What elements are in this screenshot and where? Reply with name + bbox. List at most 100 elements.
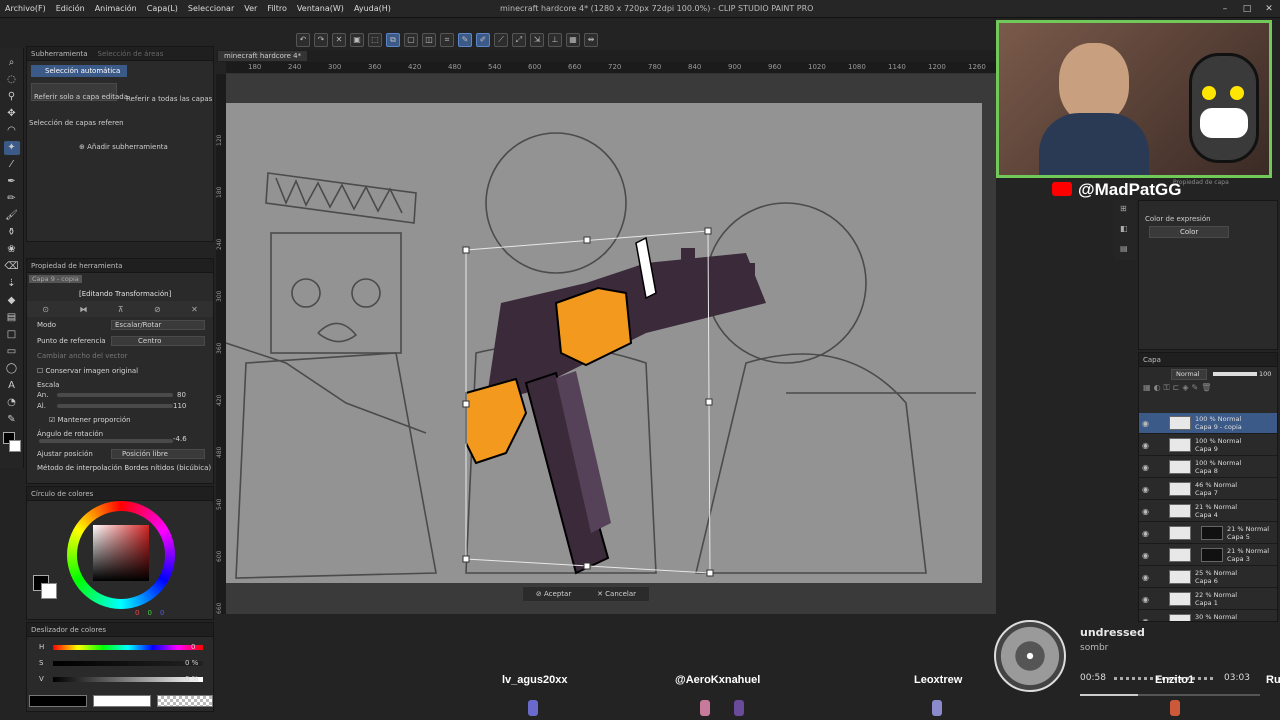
gradient-icon[interactable]: ▤: [4, 311, 20, 325]
refer-all-option[interactable]: Referir a todas las capas: [126, 95, 212, 103]
auto-select-icon[interactable]: ✦: [3, 141, 20, 155]
selection-icon[interactable]: ◠: [4, 124, 20, 138]
cancel-icon[interactable]: ✕: [191, 305, 198, 314]
eye-icon[interactable]: ◉: [1142, 573, 1149, 582]
handle-bottom-left[interactable]: [462, 555, 470, 563]
menu-filtro[interactable]: Filtro: [262, 4, 292, 13]
pen-icon[interactable]: ✒: [4, 175, 20, 189]
layer-property-icon[interactable]: ◧: [1120, 224, 1128, 233]
resize-icon[interactable]: ⇲: [530, 33, 544, 47]
width-value[interactable]: 80: [177, 391, 186, 399]
sub-color-chip[interactable]: [41, 583, 57, 599]
correct-line-icon[interactable]: ✎: [4, 413, 20, 427]
maximize-button[interactable]: □: [1236, 0, 1258, 18]
tool-property-tab[interactable]: Propiedad de herramienta: [31, 262, 122, 270]
saturation-value-square[interactable]: [93, 525, 149, 581]
new-layer-icon[interactable]: ▦: [1143, 383, 1154, 392]
refer-selected-option[interactable]: Selección de capas referen: [29, 119, 124, 127]
handle-bottom[interactable]: [583, 562, 591, 570]
flip-h-icon[interactable]: ⧓: [79, 305, 87, 314]
width-slider[interactable]: [57, 393, 173, 397]
reference-select[interactable]: Centro: [111, 336, 205, 346]
height-slider[interactable]: [57, 404, 173, 408]
redo-icon[interactable]: ↷: [314, 33, 328, 47]
add-subtool-button[interactable]: ⊕ Añadir subherramienta: [79, 143, 168, 151]
keep-ratio-checkbox[interactable]: ☑ Mantener proporción: [49, 416, 131, 424]
menu-ayuda[interactable]: Ayuda(H): [349, 4, 396, 13]
clear-icon[interactable]: ✕: [332, 33, 346, 47]
crop-icon[interactable]: ⌗: [440, 33, 454, 47]
eye-icon[interactable]: ◉: [1142, 529, 1149, 538]
keep-original-checkbox[interactable]: ☐ Conservar imagen original: [37, 367, 138, 375]
trash-icon[interactable]: 🗑: [1201, 383, 1214, 392]
eye-icon[interactable]: ◉: [1142, 595, 1149, 604]
invert-icon[interactable]: ◫: [422, 33, 436, 47]
transform-active-icon[interactable]: ⧉: [386, 33, 400, 47]
menu-animacion[interactable]: Animación: [90, 4, 142, 13]
decoration-icon[interactable]: ❀: [4, 243, 20, 257]
layer-row[interactable]: ◉ 25 % Normal Capa 6: [1139, 567, 1277, 588]
close-button[interactable]: ✕: [1258, 0, 1280, 18]
ruler-icon[interactable]: ⟋: [494, 33, 508, 47]
hue-slider[interactable]: [53, 645, 203, 650]
eye-icon[interactable]: ◉: [1142, 463, 1149, 472]
fill-bucket-icon[interactable]: ◆: [4, 294, 20, 308]
layer-row[interactable]: ◉ 22 % Normal Capa 1: [1139, 589, 1277, 610]
layer-row[interactable]: ◉ 100 % Normal Capa 9 - copia: [1139, 413, 1277, 434]
eraser-icon[interactable]: ⌫: [4, 260, 20, 274]
airbrush-icon[interactable]: ⚱: [4, 226, 20, 240]
eye-icon[interactable]: ◉: [1142, 485, 1149, 494]
ref-icon[interactable]: ◈: [1182, 383, 1191, 392]
drawing-canvas[interactable]: [226, 103, 982, 583]
speech-icon[interactable]: ◔: [4, 396, 20, 410]
handle-bottom-right[interactable]: [706, 569, 714, 577]
handle-left[interactable]: [462, 400, 470, 408]
cancel-button[interactable]: ✕ Cancelar: [597, 590, 636, 598]
undo-icon[interactable]: ↶: [296, 33, 310, 47]
handle-top[interactable]: [583, 236, 591, 244]
handle-top-left[interactable]: [462, 246, 470, 254]
layer-tab[interactable]: Capa: [1143, 356, 1161, 364]
figure-icon[interactable]: □: [4, 328, 20, 342]
eyedrop2-icon[interactable]: ⁄: [4, 158, 20, 172]
confirm-icon[interactable]: ⊘: [154, 305, 161, 314]
color-slider-tab[interactable]: Deslizador de colores: [31, 626, 106, 634]
eye-icon[interactable]: ◉: [1142, 441, 1149, 450]
refer-edited-option[interactable]: Referir solo a capa editada: [31, 83, 128, 101]
mirror-icon[interactable]: ⇹: [584, 33, 598, 47]
mode-select[interactable]: Escalar/Rotar: [111, 320, 205, 330]
layer-row[interactable]: ◉ 21 % Normal Capa 3: [1139, 545, 1277, 566]
angle-value[interactable]: -4.6: [173, 435, 187, 443]
history-icon[interactable]: ▤: [1120, 244, 1128, 253]
zoom-icon[interactable]: ⌕: [4, 56, 20, 70]
transform-icon[interactable]: ⬚: [368, 33, 382, 47]
layer-row[interactable]: ◉ 21 % Normal Capa 4: [1139, 501, 1277, 522]
handle-right[interactable]: [705, 398, 713, 406]
expression-color-select[interactable]: Color: [1149, 226, 1229, 238]
brush-icon[interactable]: 🖌: [4, 209, 20, 223]
layer-row[interactable]: ◉ 21 % Normal Capa 5: [1139, 523, 1277, 544]
reset-icon[interactable]: ⊙: [42, 305, 49, 314]
angle-slider[interactable]: [39, 439, 173, 443]
scale-icon[interactable]: ⤢: [512, 33, 526, 47]
layer-row[interactable]: ◉ 46 % Normal Capa 7: [1139, 479, 1277, 500]
blend-icon[interactable]: ⇣: [4, 277, 20, 291]
pin-icon[interactable]: ⊥: [548, 33, 562, 47]
minimize-button[interactable]: –: [1214, 0, 1236, 18]
interpolation-select[interactable]: Bordes nítidos (bicúbica): [124, 464, 211, 472]
fill-icon[interactable]: ▣: [350, 33, 364, 47]
layer-property-tab[interactable]: Propiedad de capa: [1173, 179, 1229, 186]
frame-icon[interactable]: ▭: [4, 345, 20, 359]
move-icon[interactable]: ✥: [4, 107, 20, 121]
height-value[interactable]: 110: [173, 402, 186, 410]
eye-icon[interactable]: ◉: [1142, 507, 1149, 516]
menu-capa[interactable]: Capa(L): [142, 4, 183, 13]
flip-v-icon[interactable]: ⊼: [118, 305, 124, 314]
deselect-icon[interactable]: ▢: [404, 33, 418, 47]
balloon-icon[interactable]: ◯: [4, 362, 20, 376]
pen-vector-icon[interactable]: ✐: [476, 33, 490, 47]
eye-icon[interactable]: ◉: [1142, 419, 1149, 428]
pen-stab-icon[interactable]: ✎: [458, 33, 472, 47]
handle-top-right[interactable]: [704, 227, 712, 235]
area-selection-tab[interactable]: Selección de áreas: [98, 50, 164, 58]
